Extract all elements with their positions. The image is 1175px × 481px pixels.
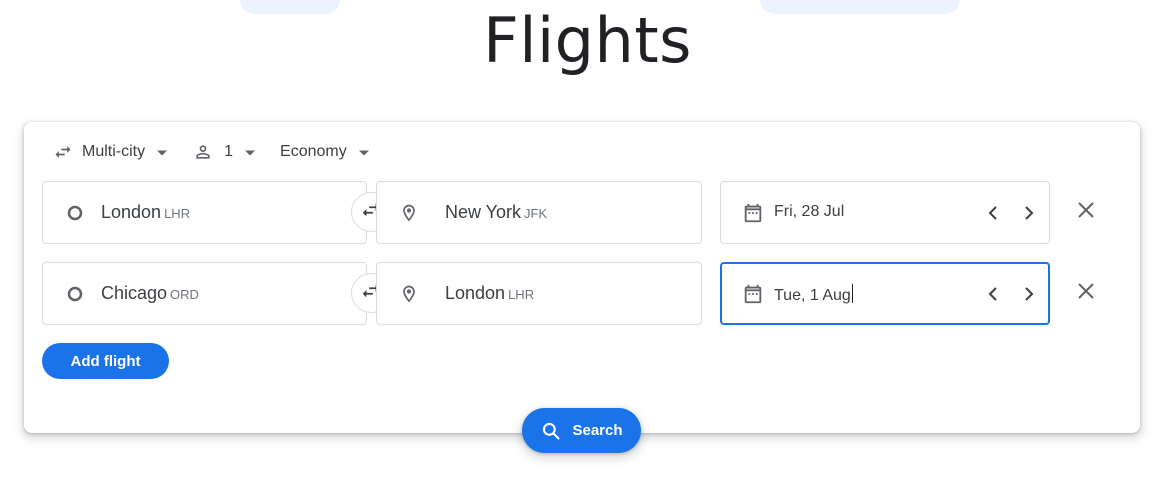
origin-field[interactable]: London LHR (42, 181, 367, 244)
caret-down-icon (157, 143, 168, 161)
origin-code: ORD (170, 287, 199, 302)
chevron-right-icon[interactable] (1017, 282, 1041, 306)
destination-city: New York (445, 202, 522, 222)
chevron-left-icon[interactable] (981, 201, 1005, 225)
trip-type-label: Multi-city (82, 143, 146, 160)
flight-search-card: Multi-city 1 Economy London LHR New York… (24, 122, 1140, 433)
location-pin-icon (397, 282, 421, 306)
destination-code: LHR (508, 287, 535, 302)
calendar-icon (741, 282, 765, 306)
destination-code: JFK (524, 206, 548, 221)
remove-leg-button[interactable] (1072, 279, 1100, 307)
circle-icon (63, 282, 87, 306)
chevron-left-icon[interactable] (981, 282, 1005, 306)
page-title: Flights (483, 4, 692, 77)
caret-down-icon (358, 143, 369, 161)
cabin-class-dropdown[interactable]: Economy (280, 140, 369, 164)
location-pin-icon (397, 201, 421, 225)
origin-code: LHR (164, 206, 191, 221)
remove-leg-button[interactable] (1072, 198, 1100, 226)
origin-field[interactable]: Chicago ORD (42, 262, 367, 325)
departure-date-field[interactable]: Tue, 1 Aug (720, 262, 1050, 325)
destination-field[interactable]: New York JFK (376, 181, 702, 244)
passengers-count: 1 (224, 143, 234, 160)
text-cursor (851, 284, 853, 303)
circle-icon (63, 201, 87, 225)
calendar-icon (741, 201, 765, 225)
chevron-right-icon[interactable] (1017, 201, 1041, 225)
close-icon (1077, 282, 1095, 305)
person-icon (192, 141, 214, 163)
caret-down-icon (245, 143, 256, 161)
search-options-bar: Multi-city 1 Economy (52, 140, 369, 164)
departure-date-field[interactable]: Fri, 28 Jul (720, 181, 1050, 244)
trip-type-dropdown[interactable]: Multi-city (52, 140, 168, 164)
swap-arrows-icon (52, 141, 74, 163)
destination-field[interactable]: London LHR (376, 262, 702, 325)
close-icon (1077, 201, 1095, 224)
add-flight-button[interactable]: Add flight (42, 343, 169, 379)
origin-city: Chicago (101, 283, 168, 303)
cabin-class-label: Economy (280, 143, 347, 160)
departure-date: Fri, 28 Jul (774, 203, 845, 220)
departure-date: Tue, 1 Aug (774, 287, 851, 304)
passengers-dropdown[interactable]: 1 (192, 140, 256, 164)
search-icon (540, 420, 562, 442)
origin-city: London (101, 202, 162, 222)
destination-city: London (445, 283, 506, 303)
search-label: Search (572, 422, 623, 439)
search-button[interactable]: Search (522, 408, 641, 453)
